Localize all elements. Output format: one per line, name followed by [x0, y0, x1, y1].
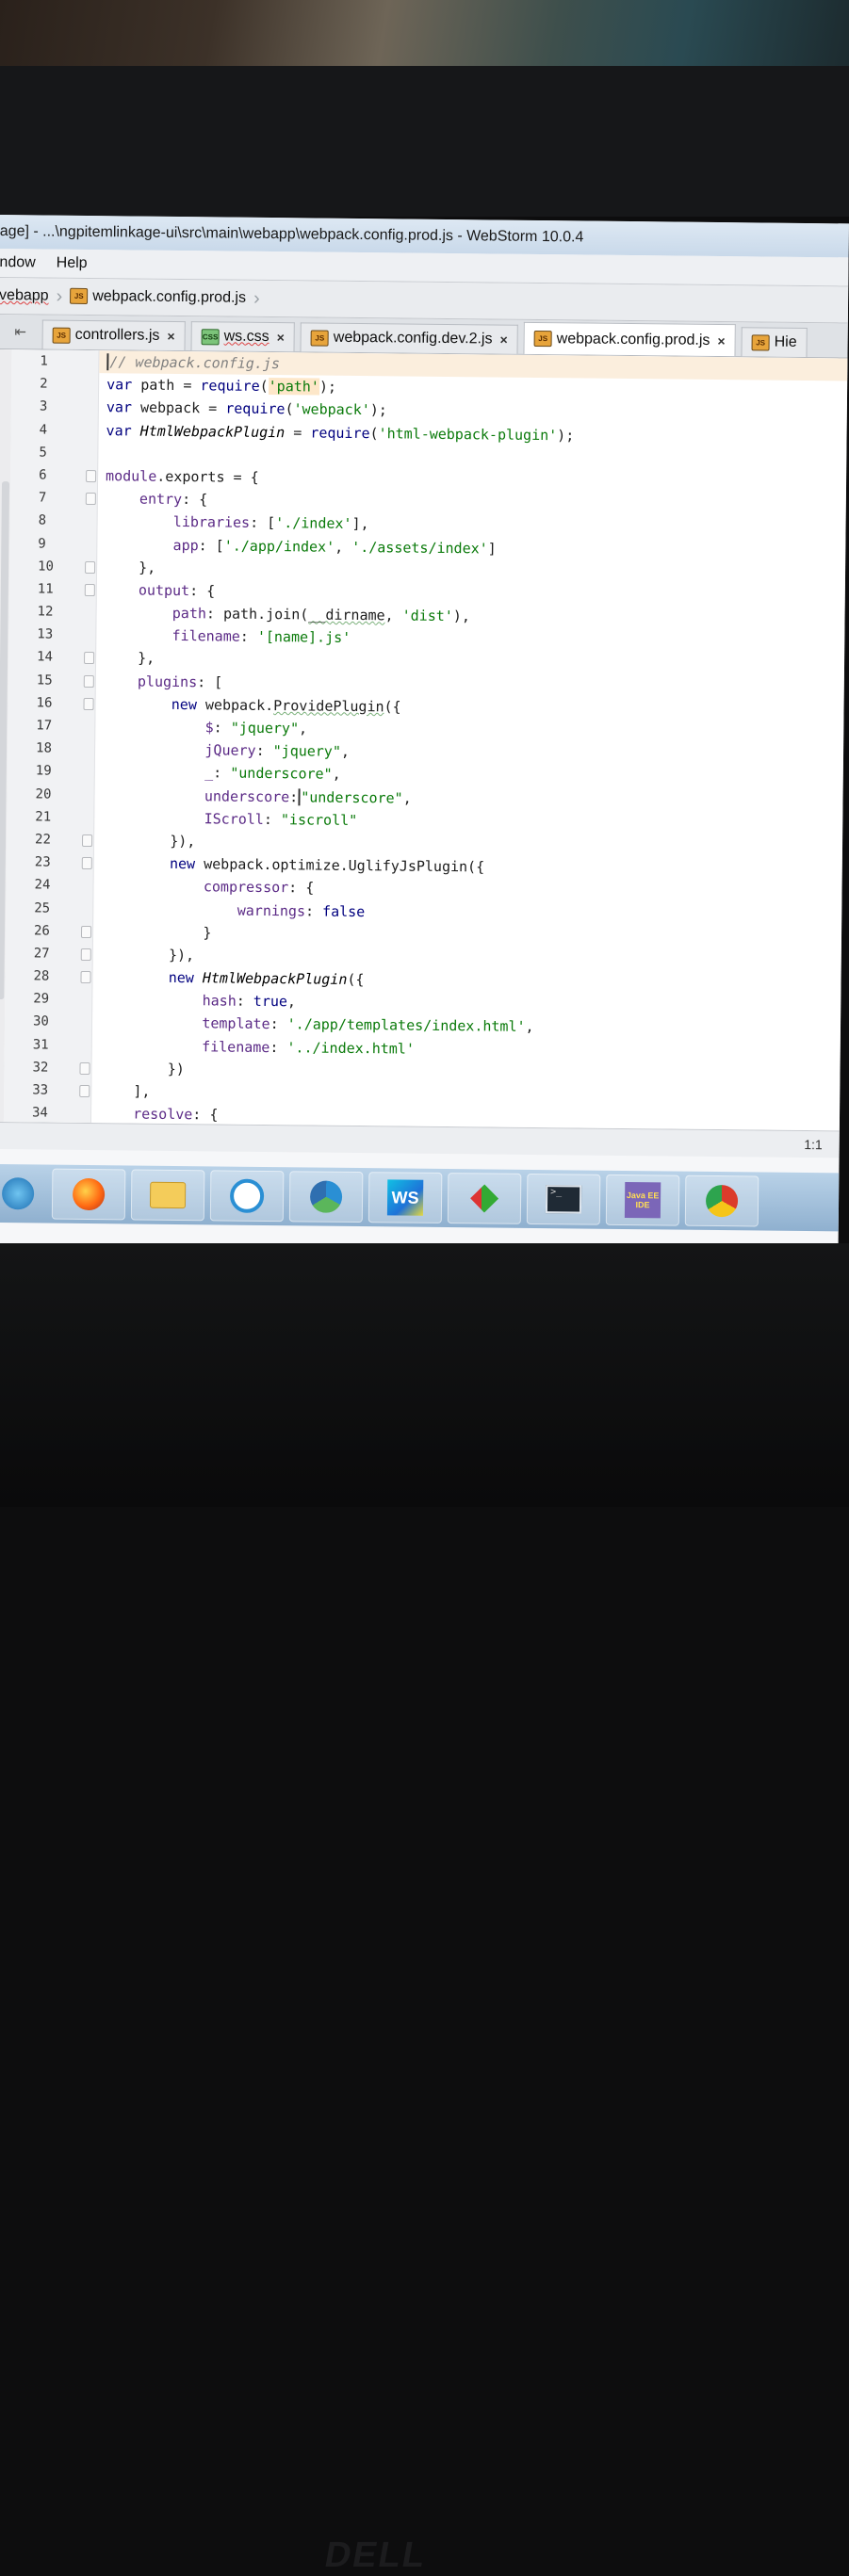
line-number: 30 — [32, 1013, 49, 1030]
js-file-icon: JS — [310, 329, 329, 347]
line-number: 18 — [35, 740, 53, 756]
line-number: 15 — [8, 669, 95, 692]
line-number: 22 — [7, 828, 93, 851]
js-file-icon: JS — [70, 288, 89, 305]
windows-taskbar: WS >_ Java EE IDE — [0, 1163, 840, 1232]
monitor-bezel-top — [0, 66, 849, 217]
java-ee-ide-icon[interactable]: Java EE IDE — [605, 1174, 680, 1226]
tab-label: webpack.config.prod.js — [556, 330, 710, 348]
tab-webpack-dev[interactable]: JS webpack.config.dev.2.js × — [300, 322, 518, 354]
fold-marker-icon[interactable] — [80, 971, 91, 984]
code-editor[interactable]: 1 2 3 4 5 6 7 8 9 10 11 12 13 14 15 16 17 18 19 20 21 22 23 24 2… — [0, 348, 848, 1131]
tab-label: webpack.config.dev.2.js — [333, 329, 493, 348]
close-icon[interactable]: × — [277, 330, 285, 345]
fold-marker-icon[interactable] — [83, 697, 94, 710]
line-number: 7 — [10, 486, 97, 510]
ide-window: age] - ...\ngpitemlinkage-ui\src\main\we… — [0, 215, 849, 1256]
fold-marker-icon[interactable] — [84, 583, 95, 596]
line-number: 25 — [34, 899, 51, 916]
fold-marker-icon[interactable] — [85, 493, 96, 506]
fold-marker-icon[interactable] — [81, 857, 92, 870]
line-number: 28 — [5, 964, 91, 988]
line-number: 32 — [4, 1056, 90, 1079]
git-icon[interactable] — [447, 1173, 522, 1224]
breadcrumb-file-label: webpack.config.prod.js — [92, 288, 247, 306]
dell-logo: DELL — [321, 2535, 431, 2575]
line-number: 24 — [34, 877, 51, 893]
line-number: 21 — [35, 809, 52, 825]
tab-ws-css[interactable]: CSS ws.css × — [190, 321, 296, 352]
chevron-right-icon: › — [253, 287, 260, 309]
line-number: 33 — [4, 1078, 90, 1102]
close-icon[interactable]: × — [717, 332, 725, 348]
code-area[interactable]: // webpack.config.js var path = require(… — [91, 350, 848, 1130]
chrome-icon[interactable] — [684, 1175, 759, 1227]
fold-marker-icon[interactable] — [86, 469, 97, 483]
fold-marker-icon[interactable] — [80, 925, 92, 938]
fold-marker-icon[interactable] — [81, 834, 93, 848]
close-icon[interactable]: × — [499, 332, 507, 348]
js-file-icon: JS — [751, 333, 770, 351]
line-number: 20 — [35, 786, 52, 802]
tab-webpack-prod[interactable]: JS webpack.config.prod.js × — [523, 321, 736, 357]
tab-label: Hie — [774, 333, 797, 350]
css-file-icon: CSS — [201, 328, 220, 345]
line-number: 26 — [6, 919, 92, 943]
line-number: 16 — [8, 691, 94, 715]
line-number: 17 — [36, 718, 53, 734]
line-number: 11 — [9, 577, 96, 601]
line-number: 2 — [40, 376, 48, 392]
tab-controllers[interactable]: JS controllers.js × — [41, 319, 186, 351]
line-number: 13 — [37, 626, 54, 642]
breadcrumb-file[interactable]: JS webpack.config.prod.js — [70, 288, 246, 307]
line-number: 31 — [32, 1037, 49, 1053]
line-number: 3 — [39, 398, 48, 414]
webstorm-icon[interactable]: WS — [367, 1172, 443, 1223]
window-title: age] - ...\ngpitemlinkage-ui\src\main\we… — [0, 222, 584, 246]
line-number: 12 — [37, 604, 54, 620]
fold-marker-icon[interactable] — [84, 652, 95, 665]
firefox-icon[interactable] — [51, 1168, 126, 1221]
windows-start-icon[interactable] — [0, 1169, 46, 1219]
menu-window[interactable]: ndow — [0, 254, 36, 271]
monitor-bezel-bottom: DELL — [0, 1243, 849, 2575]
line-number: 8 — [38, 512, 47, 528]
line-number: 14 — [8, 646, 95, 670]
menu-help[interactable]: Help — [57, 255, 88, 272]
close-icon[interactable]: × — [167, 329, 174, 344]
line-number: 9 — [38, 535, 46, 552]
line-number-gutter: 1 2 3 4 5 6 7 8 9 10 11 12 13 14 15 16 17 18 19 20 21 22 23 24 2… — [3, 349, 100, 1124]
fold-marker-icon[interactable] — [80, 948, 91, 961]
fold-marker-icon[interactable] — [79, 1061, 90, 1075]
fold-marker-icon[interactable] — [83, 674, 94, 688]
js-file-icon: JS — [52, 327, 71, 344]
tab-hie[interactable]: JS Hie — [741, 327, 808, 357]
line-number: 29 — [33, 991, 50, 1007]
chevron-right-icon: › — [56, 285, 63, 307]
cursor-position[interactable]: 1:1 — [804, 1137, 823, 1152]
line-number: 34 — [31, 1105, 48, 1121]
line-number: 1 — [40, 353, 48, 369]
breadcrumb-root[interactable]: vebapp — [0, 287, 49, 305]
chat-icon[interactable] — [209, 1170, 285, 1223]
line-number: 4 — [39, 422, 48, 438]
tab-label: controllers.js — [74, 326, 160, 344]
fold-marker-icon[interactable] — [85, 560, 96, 574]
chrome-remote-icon[interactable] — [288, 1171, 364, 1223]
line-number: 19 — [35, 763, 52, 779]
folder-icon[interactable] — [130, 1169, 205, 1222]
pin-tabs-icon[interactable]: ⇤ — [0, 315, 42, 348]
tab-label: ws.css — [223, 328, 269, 345]
line-number: 6 — [10, 463, 97, 487]
line-number: 10 — [9, 555, 96, 578]
fold-marker-icon[interactable] — [79, 1084, 90, 1098]
line-number: 5 — [39, 445, 47, 461]
line-number: 23 — [7, 851, 93, 874]
line-number: 27 — [6, 942, 92, 965]
js-file-icon: JS — [533, 330, 552, 348]
terminal-icon[interactable]: >_ — [526, 1173, 601, 1225]
